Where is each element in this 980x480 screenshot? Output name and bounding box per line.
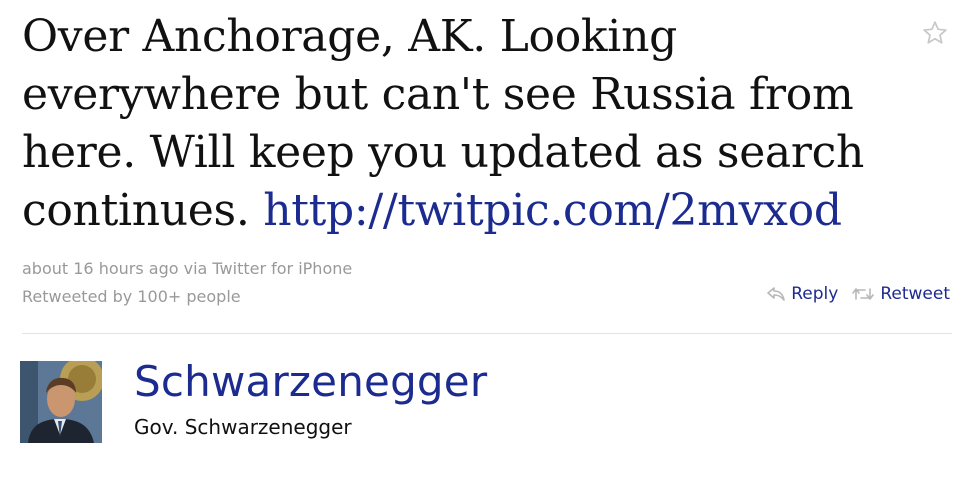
divider [22,333,952,334]
reply-arrow-icon [767,287,786,301]
tweet-text: Over Anchorage, AK. Looking everywhere b… [22,8,872,240]
avatar[interactable] [20,361,102,443]
reply-button[interactable]: Reply [767,284,838,304]
tweet-actions: Reply Retweet [767,284,950,304]
author-full-name: Gov. Schwarzenegger [134,415,352,439]
retweeted-by-count[interactable]: Retweeted by 100+ people [22,287,241,306]
tweet-timestamp-source[interactable]: about 16 hours ago via Twitter for iPhon… [22,259,352,278]
retweet-arrows-icon [852,288,875,300]
tweet-link[interactable]: http://twitpic.com/2mvxod [263,185,842,236]
retweet-label: Retweet [880,284,950,304]
retweet-button[interactable]: Retweet [852,284,950,304]
reply-label: Reply [791,284,839,304]
author-screen-name[interactable]: Schwarzenegger [134,356,487,408]
star-icon[interactable] [922,20,948,46]
